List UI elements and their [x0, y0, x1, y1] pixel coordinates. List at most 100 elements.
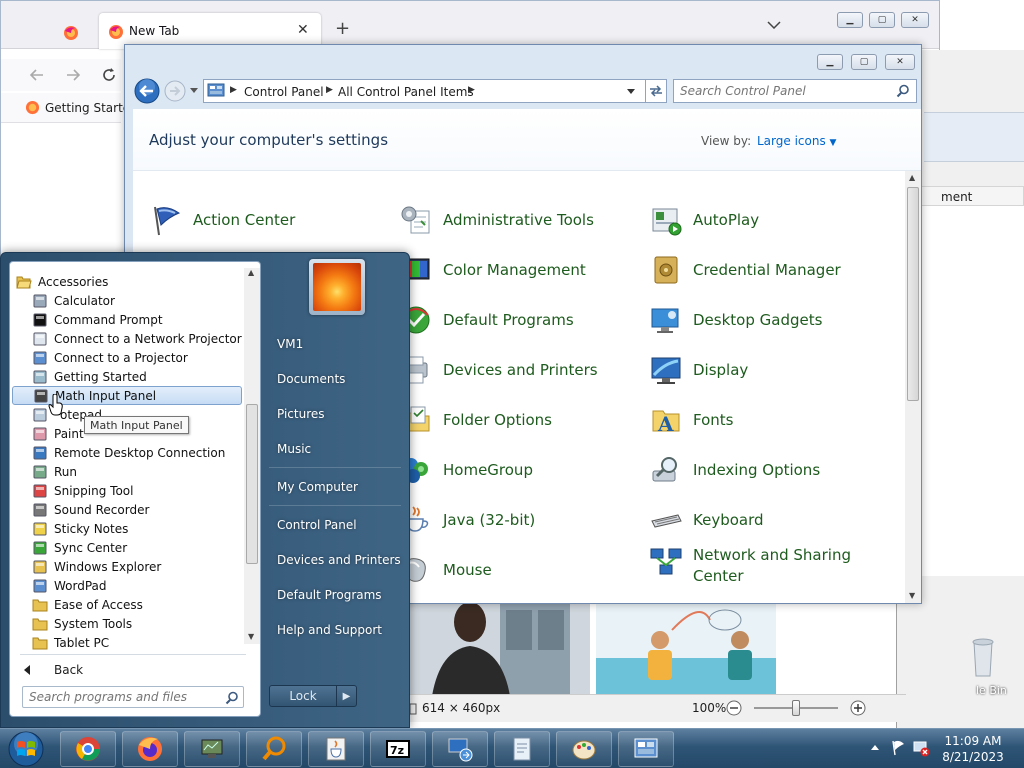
column-header[interactable]: ment [920, 186, 1024, 206]
program-command-prompt[interactable]: Command Prompt [12, 310, 242, 329]
zoom-in-icon[interactable] [850, 700, 866, 716]
minimize-button[interactable]: ▁ [817, 54, 843, 70]
cp-item-display[interactable]: Display [649, 351, 748, 389]
cp-item-java[interactable]: Java (32-bit) [399, 501, 535, 539]
program-snipping-tool[interactable]: Snipping Tool [12, 481, 242, 500]
taskbar-button-search-magnifier[interactable] [246, 731, 302, 767]
close-button[interactable]: ✕ [901, 12, 929, 28]
breadcrumb-separator-icon[interactable]: ▶ [326, 85, 333, 95]
program-getting-started[interactable]: Getting Started [12, 367, 242, 386]
forward-button-icon[interactable] [163, 79, 187, 103]
vertical-scrollbar[interactable]: ▲ ▼ [905, 171, 921, 603]
taskbar-button-notepad-doc[interactable] [494, 731, 550, 767]
cp-item-administrative-tools[interactable]: Administrative Tools [399, 201, 594, 239]
user-picture[interactable] [309, 259, 365, 315]
breadcrumb-control-panel[interactable]: Control Panel [244, 85, 324, 99]
folder-tablet-pc[interactable]: Tablet PC [12, 633, 242, 652]
back-arrow-icon[interactable] [29, 67, 45, 83]
breadcrumb-all-items[interactable]: All Control Panel Items [338, 85, 474, 99]
control-panel-search-box[interactable] [673, 79, 917, 103]
zoom-slider-thumb[interactable] [792, 700, 800, 716]
program-sync-center[interactable]: Sync Center [12, 538, 242, 557]
program-sound-recorder[interactable]: Sound Recorder [12, 500, 242, 519]
search-input[interactable] [680, 84, 880, 98]
back-button[interactable]: Back [18, 660, 238, 680]
recycle-bin-icon[interactable] [968, 630, 998, 680]
scroll-down-icon[interactable]: ▼ [909, 591, 915, 600]
view-by-dropdown[interactable]: Large icons ▼ [757, 134, 836, 148]
breadcrumb-separator-icon[interactable]: ▶ [468, 85, 475, 95]
scrollbar-thumb[interactable] [246, 404, 258, 564]
program-math-input-panel[interactable]: Math Input Panel [12, 386, 242, 405]
maximize-button[interactable]: ▢ [869, 12, 895, 28]
firefox-pinned-tab[interactable] [45, 15, 97, 51]
network-disconnected-icon[interactable] [912, 739, 930, 757]
reload-icon[interactable] [101, 67, 117, 83]
cp-item-default-programs[interactable]: Default Programs [399, 301, 574, 339]
search-icon[interactable] [225, 691, 239, 705]
cp-item-desktop-gadgets[interactable]: Desktop Gadgets [649, 301, 822, 339]
start-button[interactable] [4, 730, 48, 768]
scroll-up-icon[interactable]: ▲ [909, 173, 915, 182]
start-item-help-and-support[interactable]: Help and Support [277, 623, 382, 637]
taskbar-button-firefox[interactable] [122, 731, 178, 767]
recycle-bin-label[interactable]: le Bin [976, 684, 1007, 697]
cp-item-autoplay[interactable]: AutoPlay [649, 201, 759, 239]
recent-pages-icon[interactable] [189, 87, 199, 95]
new-tab-button[interactable]: + [335, 18, 350, 39]
forward-arrow-icon[interactable] [65, 67, 81, 83]
cp-item-keyboard[interactable]: Keyboard [649, 501, 764, 539]
start-item-control-panel[interactable]: Control Panel [277, 518, 357, 532]
cp-item-network-and-sharing-center[interactable]: Network and Sharing Center [649, 545, 863, 587]
start-item-my-computer[interactable]: My Computer [277, 480, 358, 494]
scrollbar-thumb[interactable] [907, 187, 919, 401]
list-all-tabs-icon[interactable] [767, 21, 781, 29]
cp-item-folder-options[interactable]: Folder Options [399, 401, 552, 439]
taskbar-button-7zip[interactable]: 7z [370, 731, 426, 767]
start-item-pictures[interactable]: Pictures [277, 407, 325, 421]
zoom-out-icon[interactable] [726, 700, 742, 716]
programs-scrollbar[interactable]: ▲ ▼ [244, 268, 260, 644]
program-wordpad[interactable]: WordPad [12, 576, 242, 595]
cp-item-indexing-options[interactable]: Indexing Options [649, 451, 820, 489]
clock[interactable]: 11:09 AM 8/21/2023 [930, 733, 1016, 765]
folder-ease-of-access[interactable]: Ease of Access [12, 595, 242, 614]
start-item-user[interactable]: VM1 [277, 337, 303, 351]
close-button[interactable]: ✕ [885, 54, 915, 70]
program-sticky-notes[interactable]: Sticky Notes [12, 519, 242, 538]
show-hidden-icons-icon[interactable] [870, 743, 880, 751]
start-item-music[interactable]: Music [277, 442, 311, 456]
shutdown-options-arrow-icon[interactable]: ▶ [336, 686, 356, 706]
search-input[interactable] [29, 690, 219, 704]
taskbar-button-java[interactable] [308, 731, 364, 767]
refresh-button[interactable] [645, 79, 667, 103]
cp-item-homegroup[interactable]: HomeGroup [399, 451, 533, 489]
program-run[interactable]: Run [12, 462, 242, 481]
cp-item-color-management[interactable]: Color Management [399, 251, 586, 289]
program-calculator[interactable]: Calculator [12, 291, 242, 310]
back-button-icon[interactable] [133, 77, 161, 105]
folder-system-tools[interactable]: System Tools [12, 614, 242, 633]
maximize-button[interactable]: ▢ [851, 54, 877, 70]
program-remote-desktop-connection[interactable]: Remote Desktop Connection [12, 443, 242, 462]
program-connect-to-a-projector[interactable]: Connect to a Projector [12, 348, 242, 367]
taskbar-button-remote-desktop[interactable] [432, 731, 488, 767]
scroll-down-icon[interactable]: ▼ [248, 632, 254, 641]
search-icon[interactable] [896, 84, 910, 98]
cp-item-devices-and-printers[interactable]: Devices and Printers [399, 351, 598, 389]
taskbar-button-chrome[interactable] [60, 731, 116, 767]
taskbar-button-control-panel[interactable] [618, 731, 674, 767]
folder-accessories[interactable]: Accessories [12, 272, 242, 291]
cp-item-credential-manager[interactable]: Credential Manager [649, 251, 841, 289]
program-windows-explorer[interactable]: Windows Explorer [12, 557, 242, 576]
start-item-devices-and-printers[interactable]: Devices and Printers [277, 553, 401, 567]
address-history-icon[interactable] [626, 88, 636, 96]
address-bar[interactable]: ▶ Control Panel ▶ All Control Panel Item… [203, 79, 651, 103]
action-center-tray-icon[interactable] [890, 739, 906, 757]
scroll-up-icon[interactable]: ▲ [248, 268, 254, 277]
start-item-documents[interactable]: Documents [277, 372, 345, 386]
close-tab-icon[interactable]: ✕ [297, 22, 309, 38]
cp-item-mouse[interactable]: Mouse [399, 551, 492, 589]
minimize-button[interactable]: ▁ [837, 12, 863, 28]
taskbar-button-network-monitor[interactable] [184, 731, 240, 767]
